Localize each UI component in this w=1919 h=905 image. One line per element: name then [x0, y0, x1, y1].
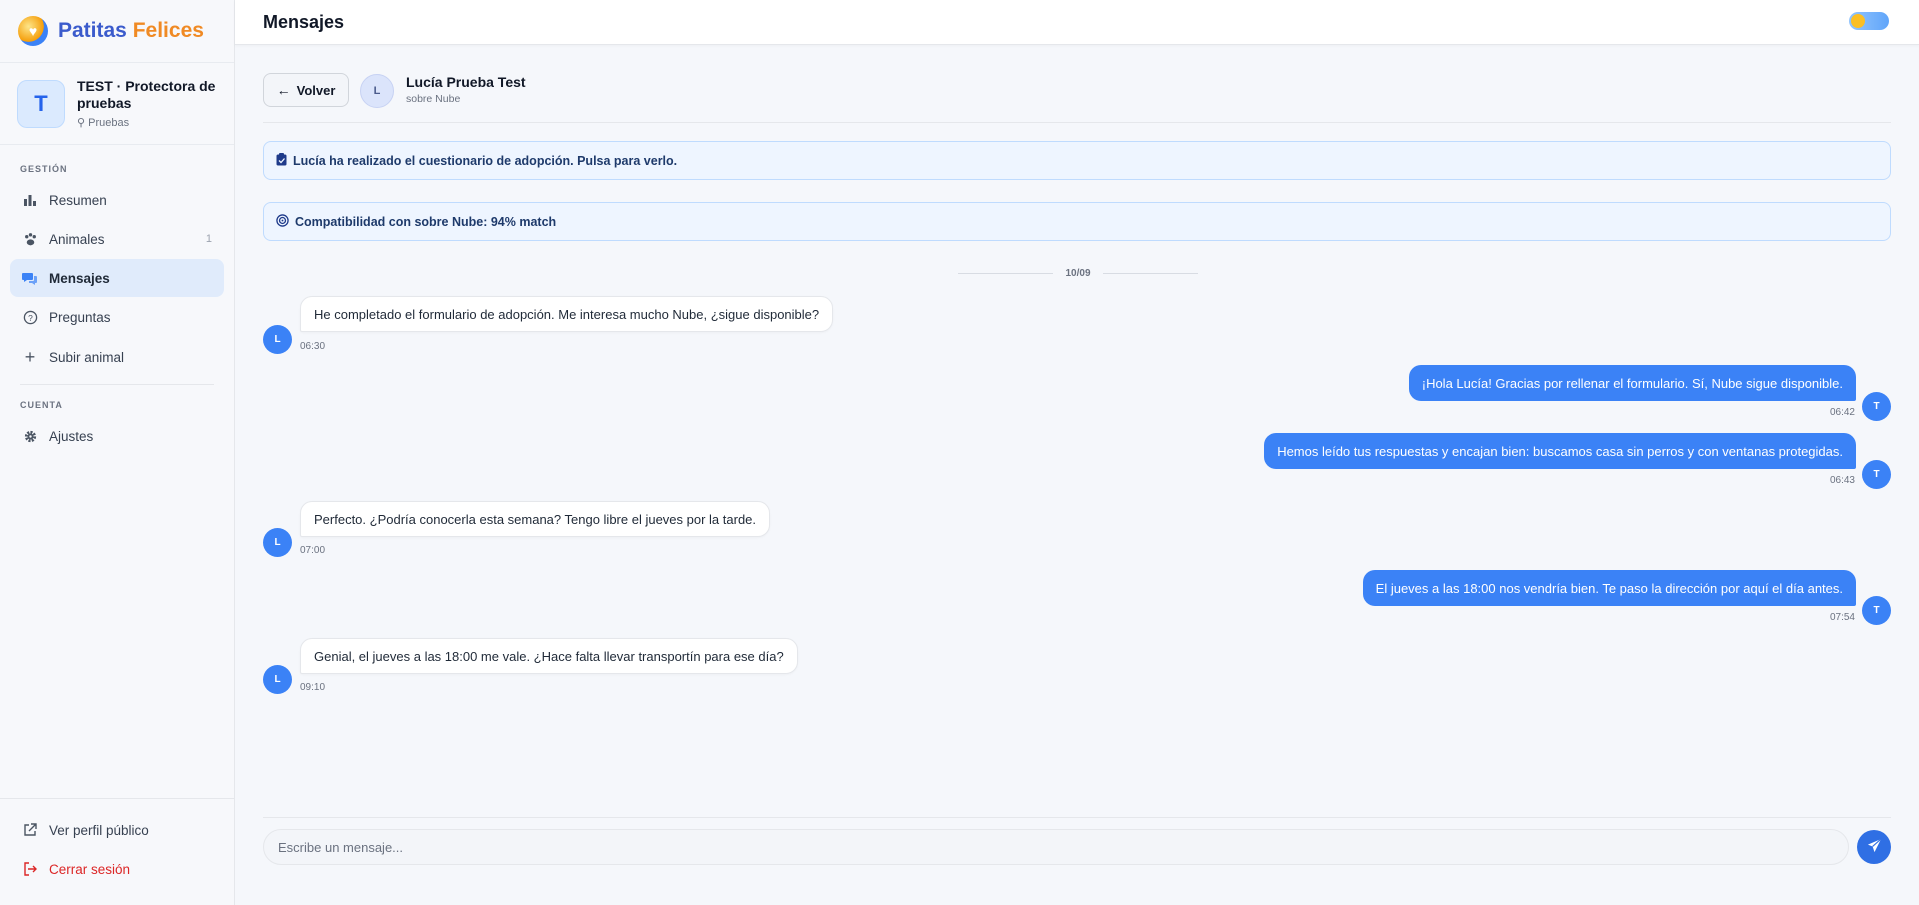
send-button[interactable]	[1857, 830, 1891, 864]
brand-name: Patitas Felices	[58, 19, 204, 43]
logout-label: Cerrar sesión	[49, 861, 131, 877]
page-title: Mensajes	[263, 11, 345, 32]
message-avatar: L	[263, 528, 292, 557]
arrow-left-icon: ←	[276, 82, 291, 98]
message-bubble-outgoing: Hemos leído tus respuestas y encajan bie…	[1264, 433, 1856, 469]
sidebar-item-label: Subir animal	[49, 349, 125, 365]
message-bubble-incoming: Genial, el jueves a las 18:00 me vale. ¿…	[300, 638, 798, 674]
message-avatar: T	[1862, 460, 1891, 489]
date-separator-text: 10/09	[1065, 267, 1091, 279]
message-time: 09:10	[300, 682, 326, 693]
organization-name: TEST · Protectora de pruebas	[77, 78, 216, 111]
location-pin-icon: ⚲	[77, 117, 86, 129]
message-bubble-incoming: Perfecto. ¿Podría conocerla esta semana?…	[300, 501, 771, 537]
contact-avatar: L	[360, 74, 394, 108]
chat-icon	[22, 270, 38, 286]
organization-location-text: Pruebas	[88, 117, 130, 129]
brand-name-part1: Patitas	[58, 19, 127, 42]
date-separator: 10/09	[958, 267, 1198, 279]
message-time: 06:30	[300, 341, 326, 352]
message-avatar: T	[1862, 392, 1891, 421]
organization-info: TEST · Protectora de pruebas ⚲ Pruebas	[77, 78, 217, 129]
message-avatar: L	[263, 665, 292, 694]
message-avatar: T	[1862, 596, 1891, 625]
gear-icon	[22, 428, 38, 444]
sidebar: ♥ Patitas Felices T TEST · Protectora de…	[0, 0, 235, 905]
sidebar-item-label: Resumen	[49, 192, 107, 208]
theme-toggle[interactable]	[1849, 12, 1889, 30]
contact-name: Lucía Prueba Test	[406, 74, 526, 90]
chat-header-divider	[263, 122, 1891, 123]
sidebar-item-label: Ajustes	[49, 428, 94, 444]
sidebar-bottom-divider	[0, 798, 235, 799]
logout-icon	[22, 861, 38, 877]
message-bubble-outgoing: El jueves a las 18:00 nos vendría bien. …	[1362, 570, 1856, 606]
paw-heart-logo-icon: ♥	[18, 16, 48, 46]
svg-text:?: ?	[28, 312, 33, 322]
logout-button[interactable]: Cerrar sesión	[10, 850, 224, 888]
plus-icon: +	[24, 346, 36, 367]
sidebar-item-mensajes[interactable]: Mensajes	[10, 259, 224, 297]
sidebar-item-resumen[interactable]: Resumen	[10, 181, 224, 219]
back-button-label: Volver	[296, 82, 336, 98]
target-icon	[276, 213, 289, 230]
questionnaire-banner-text: Lucía ha realizado el cuestionario de ad…	[293, 153, 678, 168]
send-icon	[1867, 838, 1882, 856]
external-link-icon	[22, 822, 38, 838]
back-button[interactable]: ← Volver	[263, 73, 349, 107]
message-bubble-incoming: He completado el formulario de adopción.…	[300, 296, 834, 332]
brand-name-part2: Felices	[132, 19, 204, 42]
composer-divider	[263, 817, 1891, 818]
sidebar-item-ajustes[interactable]: Ajustes	[10, 417, 224, 455]
sidebar-item-label: Mensajes	[49, 270, 110, 286]
sidebar-item-label: Animales	[49, 231, 105, 247]
organization-location: ⚲ Pruebas	[77, 116, 217, 129]
view-public-profile-label: Ver perfil público	[49, 822, 149, 838]
clipboard-check-icon	[276, 152, 287, 169]
message-input[interactable]	[263, 829, 1849, 865]
message-time: 06:43	[1829, 475, 1855, 486]
questionnaire-banner[interactable]: Lucía ha realizado el cuestionario de ad…	[263, 141, 1891, 180]
section-label-cuenta: CUENTA	[20, 400, 63, 410]
date-separator-line-right	[1102, 272, 1198, 274]
sidebar-item-subir-animal[interactable]: + Subir animal	[10, 338, 224, 376]
paw-icon	[22, 231, 38, 247]
section-label-gestion: GESTIÓN	[20, 164, 68, 174]
organization-avatar: T	[17, 79, 65, 128]
sidebar-divider	[20, 384, 214, 385]
message-bubble-outgoing: ¡Hola Lucía! Gracias por rellenar el for…	[1408, 365, 1856, 401]
sidebar-item-preguntas[interactable]: ? Preguntas	[10, 298, 224, 336]
date-separator-line-left	[958, 272, 1054, 274]
compatibility-banner: Compatibilidad con sobre Nube: 94% match	[263, 202, 1891, 241]
message-time: 07:54	[1829, 612, 1855, 623]
view-public-profile-link[interactable]: Ver perfil público	[10, 811, 224, 849]
sidebar-item-animales[interactable]: Animales 1	[10, 220, 224, 258]
sun-icon	[1851, 14, 1865, 28]
top-bar: Mensajes	[235, 0, 1919, 45]
animals-count-badge: 1	[205, 233, 212, 245]
question-circle-icon: ?	[22, 309, 38, 325]
contact-subtitle: sobre Nube	[406, 93, 461, 105]
brand[interactable]: ♥ Patitas Felices	[0, 0, 234, 63]
organization-card: T TEST · Protectora de pruebas ⚲ Pruebas	[0, 63, 234, 145]
bar-chart-icon	[22, 192, 38, 208]
sidebar-item-label: Preguntas	[49, 309, 111, 325]
message-avatar: L	[263, 325, 292, 354]
message-time: 06:42	[1829, 407, 1855, 418]
compatibility-banner-text: Compatibilidad con sobre Nube: 94% match	[295, 214, 557, 229]
message-time: 07:00	[300, 545, 326, 556]
